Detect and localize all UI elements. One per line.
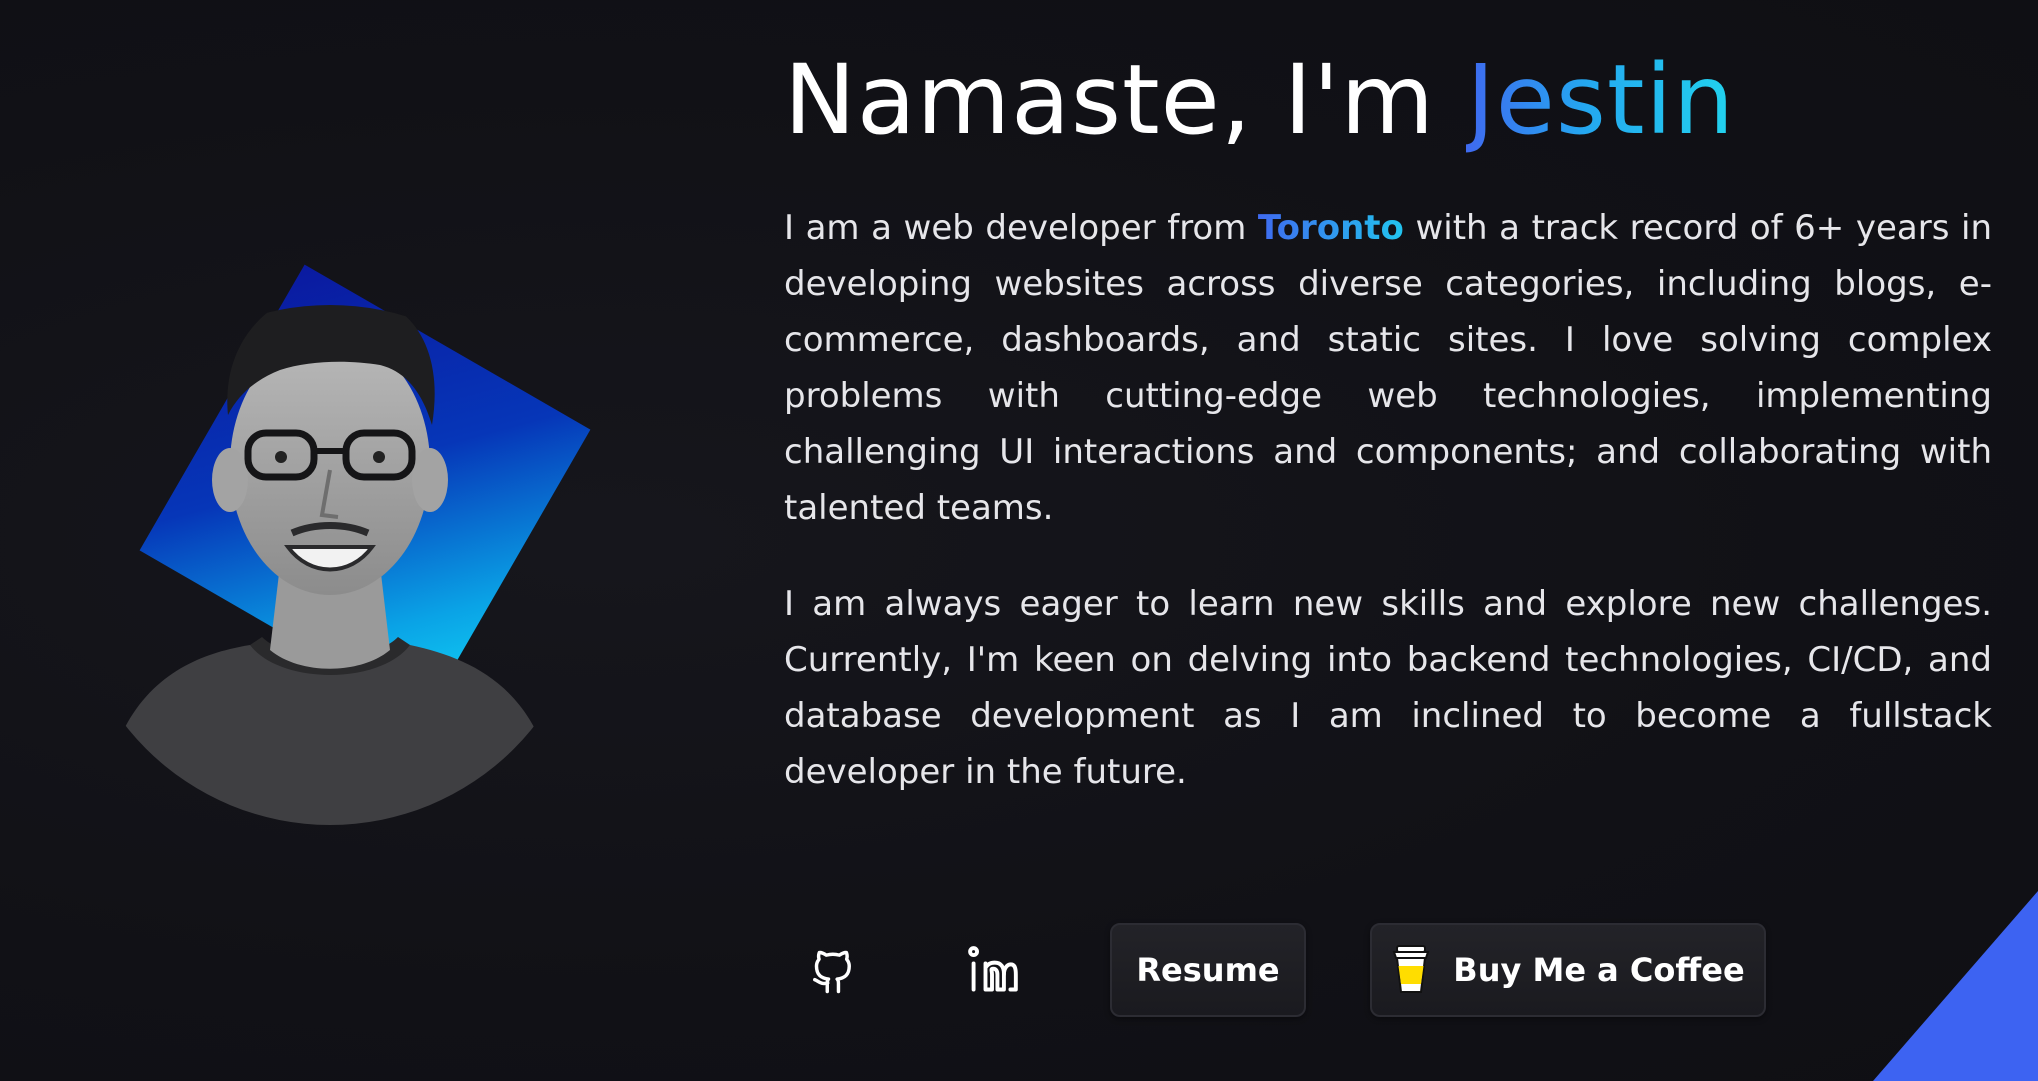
coffee-button-label: Buy Me a Coffee	[1453, 951, 1745, 989]
hero-section: Namaste, I'm Jestin I am a web developer…	[0, 0, 2038, 1081]
about-content: Namaste, I'm Jestin I am a web developer…	[784, 40, 1992, 800]
profile-portrait	[80, 264, 600, 845]
resume-button[interactable]: Resume	[1110, 923, 1306, 1017]
action-bar: Resume Buy Me a Coffee	[784, 922, 1766, 1018]
coffee-cup-icon	[1391, 944, 1431, 996]
name-text: Jestin	[1466, 44, 1736, 156]
location-highlight: Toronto	[1257, 208, 1404, 248]
profile-photo	[100, 305, 560, 825]
intro-paragraph: I am a web developer from Toronto with a…	[784, 200, 1992, 536]
github-icon	[813, 950, 851, 994]
intro-text-start: I am a web developer from	[784, 208, 1258, 248]
buy-me-a-coffee-button[interactable]: Buy Me a Coffee	[1370, 923, 1766, 1017]
goals-paragraph: I am always eager to learn new skills an…	[784, 584, 1992, 792]
github-link[interactable]	[784, 922, 880, 1018]
linkedin-icon	[968, 946, 1018, 992]
greeting-text: Namaste, I'm	[784, 44, 1467, 156]
page-title: Namaste, I'm Jestin	[784, 40, 1992, 160]
intro-text-end: with a track record of 6+ years in devel…	[784, 208, 1992, 528]
corner-accent-triangle	[1873, 891, 2038, 1081]
linkedin-link[interactable]	[944, 922, 1040, 1018]
